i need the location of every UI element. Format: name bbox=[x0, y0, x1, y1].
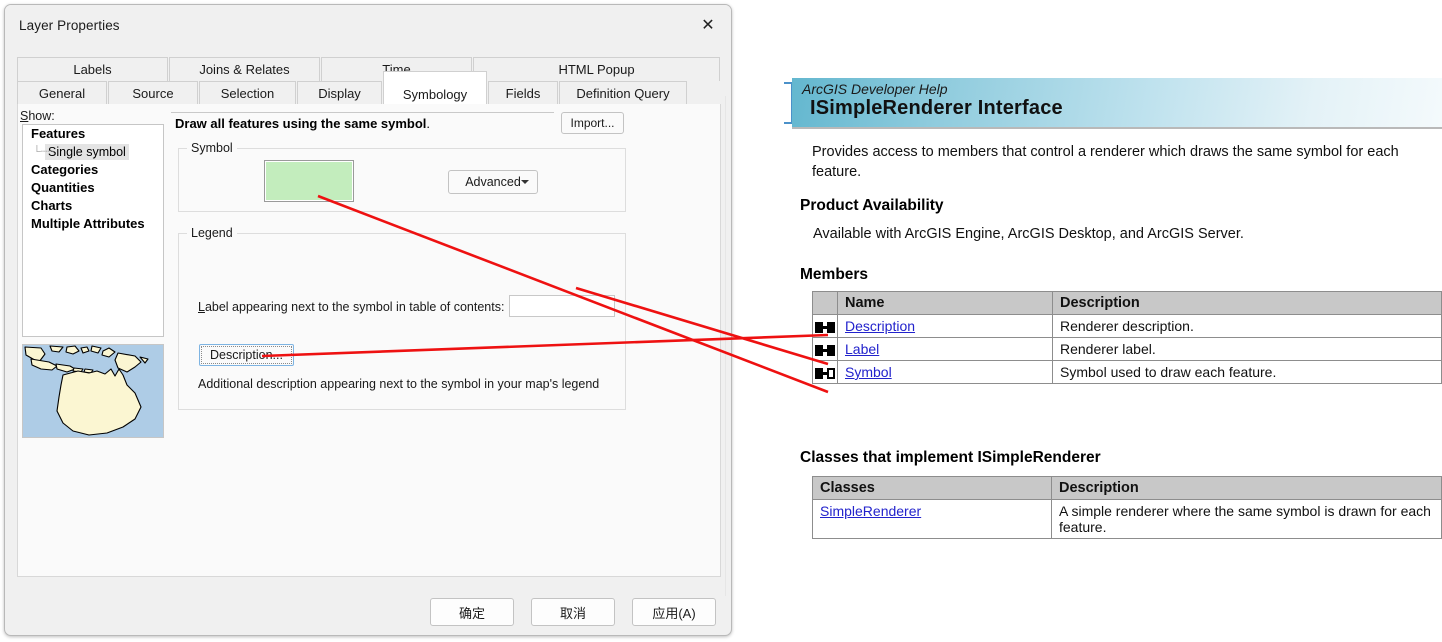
show-label: Show: bbox=[20, 109, 55, 123]
legend-group-title: Legend bbox=[187, 226, 237, 240]
tree-item-single-symbol[interactable]: └┄┄ Single symbol bbox=[23, 143, 163, 161]
member-link-description[interactable]: Description bbox=[845, 318, 915, 334]
cancel-button[interactable]: 取消 bbox=[531, 598, 615, 626]
tree-item-multiple-attributes[interactable]: Multiple Attributes bbox=[23, 215, 163, 233]
dialog-titlebar: Layer Properties ✕ bbox=[5, 5, 731, 45]
member-label-name-cell: Label bbox=[837, 337, 1053, 361]
ok-button[interactable]: 确定 bbox=[430, 598, 514, 626]
tree-item-single-symbol-label: Single symbol bbox=[45, 144, 129, 160]
member-description-icon-cell bbox=[812, 314, 838, 338]
class-name-cell: SimpleRenderer bbox=[812, 499, 1052, 539]
apply-button[interactable]: 应用(A) bbox=[632, 598, 716, 626]
member-symbol-icon-cell bbox=[812, 360, 838, 384]
classes-col-classes: Classes bbox=[812, 476, 1052, 500]
description-button[interactable]: Description... bbox=[199, 344, 294, 366]
help-header: ArcGIS Developer Help ISimpleRenderer In… bbox=[792, 78, 1442, 129]
table-row: Symbol Symbol used to draw each feature. bbox=[812, 360, 1442, 384]
tab-display[interactable]: Display bbox=[297, 81, 382, 105]
tab-general[interactable]: General bbox=[17, 81, 107, 105]
tab-row-top: Labels Joins & Relates Time HTML Popup bbox=[17, 57, 720, 81]
classes-heading: Classes that implement ISimpleRenderer bbox=[800, 449, 1101, 466]
classes-table-header-row: Classes Description bbox=[812, 476, 1442, 500]
classes-col-description: Description bbox=[1051, 476, 1442, 500]
symbology-panel: Show: Features └┄┄ Single symbol Categor… bbox=[17, 104, 721, 577]
members-col-icon bbox=[812, 291, 838, 315]
member-link-symbol[interactable]: Symbol bbox=[845, 364, 892, 380]
advanced-button[interactable]: Advanced bbox=[448, 170, 538, 194]
member-label-icon-cell bbox=[812, 337, 838, 361]
member-symbol-name-cell: Symbol bbox=[837, 360, 1053, 384]
product-availability-text: Available with ArcGIS Engine, ArcGIS Des… bbox=[813, 226, 1244, 242]
symbol-group-title: Symbol bbox=[187, 141, 237, 155]
help-eyebrow: ArcGIS Developer Help bbox=[802, 81, 948, 97]
members-table: Name Description Description Renderer de… bbox=[812, 291, 1442, 384]
description-button-label: Description... bbox=[210, 348, 283, 362]
member-symbol-desc-cell: Symbol used to draw each feature. bbox=[1052, 360, 1442, 384]
chevron-down-icon bbox=[521, 180, 529, 184]
help-title: ISimpleRenderer Interface bbox=[810, 97, 1063, 119]
table-row: SimpleRenderer A simple renderer where t… bbox=[812, 499, 1442, 539]
members-col-name: Name bbox=[837, 291, 1053, 315]
tab-row-bottom: General Source Selection Display Symbolo… bbox=[17, 71, 687, 105]
renderer-type-tree[interactable]: Features └┄┄ Single symbol Categories Qu… bbox=[22, 124, 164, 337]
dialog-title: Layer Properties bbox=[19, 18, 120, 33]
member-description-desc-cell: Renderer description. bbox=[1052, 314, 1442, 338]
tree-item-quantities[interactable]: Quantities bbox=[23, 179, 163, 197]
legend-group: Legend Label appearing next to the symbo… bbox=[178, 226, 626, 410]
table-row: Description Renderer description. bbox=[812, 314, 1442, 338]
read-write-property-icon bbox=[815, 344, 835, 356]
tree-item-charts[interactable]: Charts bbox=[23, 197, 163, 215]
class-description-cell: A simple renderer where the same symbol … bbox=[1051, 499, 1442, 539]
members-heading: Members bbox=[800, 266, 869, 283]
panel-divider bbox=[725, 96, 726, 596]
draw-description: Draw all features using the same symbol. bbox=[171, 112, 554, 134]
help-intro-text: Provides access to members that control … bbox=[812, 144, 1399, 180]
read-only-property-icon bbox=[815, 367, 835, 379]
members-col-description: Description bbox=[1052, 291, 1442, 315]
product-availability-heading: Product Availability bbox=[800, 197, 944, 214]
tab-fields[interactable]: Fields bbox=[488, 81, 558, 105]
member-link-label[interactable]: Label bbox=[845, 341, 879, 357]
class-link-simplerenderer[interactable]: SimpleRenderer bbox=[820, 503, 921, 519]
tab-joins-relates[interactable]: Joins & Relates bbox=[169, 57, 320, 81]
legend-label-input[interactable] bbox=[509, 295, 615, 317]
member-label-desc-cell: Renderer label. bbox=[1052, 337, 1442, 361]
classes-table: Classes Description SimpleRenderer A sim… bbox=[812, 476, 1442, 539]
member-description-name-cell: Description bbox=[837, 314, 1053, 338]
symbol-group: Symbol Advanced bbox=[178, 141, 626, 212]
table-row: Label Renderer label. bbox=[812, 337, 1442, 361]
import-button[interactable]: Import... bbox=[561, 112, 624, 134]
draw-description-bold: Draw all features using the same symbol bbox=[175, 116, 427, 131]
tree-item-features[interactable]: Features bbox=[23, 125, 163, 143]
map-preview-thumbnail bbox=[22, 344, 164, 438]
australia-map-icon bbox=[23, 345, 163, 437]
tree-item-categories[interactable]: Categories bbox=[23, 161, 163, 179]
draw-description-tail: . bbox=[426, 116, 431, 131]
members-table-header-row: Name Description bbox=[812, 291, 1442, 315]
advanced-button-label: Advanced bbox=[465, 175, 521, 189]
tab-selection[interactable]: Selection bbox=[199, 81, 296, 105]
arcgis-help-panel: ArcGIS Developer Help ISimpleRenderer In… bbox=[784, 70, 1442, 590]
import-button-label: Import... bbox=[570, 116, 615, 130]
tab-source[interactable]: Source bbox=[108, 81, 198, 105]
read-write-property-icon bbox=[815, 321, 835, 333]
tab-labels[interactable]: Labels bbox=[17, 57, 168, 81]
description-hint: Additional description appearing next to… bbox=[198, 377, 600, 391]
close-icon[interactable]: ✕ bbox=[685, 5, 731, 45]
symbol-swatch[interactable] bbox=[264, 160, 354, 202]
tab-definition-query[interactable]: Definition Query bbox=[559, 81, 687, 105]
tree-branch-icon: └┄┄ bbox=[33, 146, 55, 158]
tab-html-popup[interactable]: HTML Popup bbox=[473, 57, 720, 81]
legend-label-caption: Label appearing next to the symbol in ta… bbox=[198, 300, 505, 314]
tab-symbology[interactable]: Symbology bbox=[383, 71, 487, 105]
layer-properties-dialog: Layer Properties ✕ Labels Joins & Relate… bbox=[4, 4, 732, 636]
